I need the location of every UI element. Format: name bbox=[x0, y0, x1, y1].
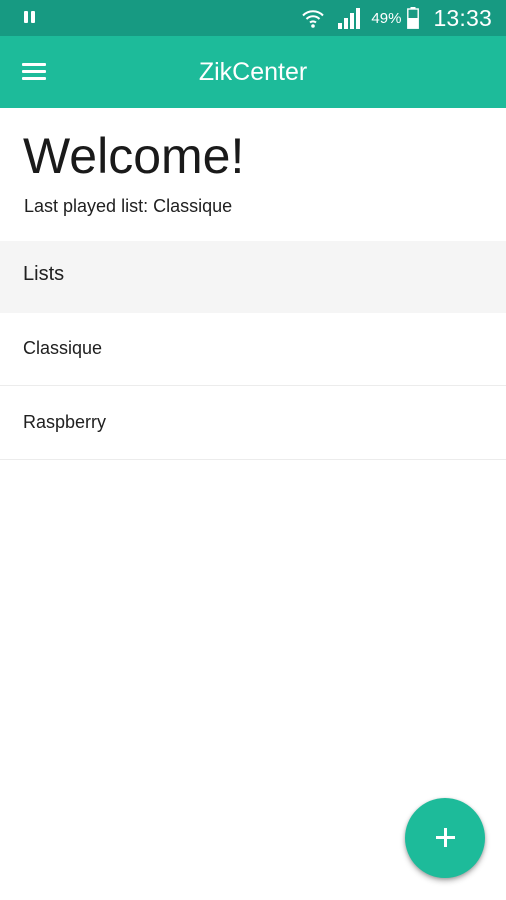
last-played-text: Last played list: Classique bbox=[24, 196, 233, 216]
add-list-button[interactable] bbox=[405, 798, 485, 878]
list-item-raspberry[interactable]: Raspberry bbox=[0, 387, 506, 460]
status-clock: 13:33 bbox=[433, 4, 492, 31]
app-screen: 49% 13:33 ZikCenter Welcome! Last played… bbox=[0, 0, 506, 900]
plus-icon-vertical bbox=[444, 828, 447, 847]
status-bar: 49% 13:33 bbox=[0, 0, 506, 36]
signal-icon bbox=[338, 8, 361, 29]
battery-percentage: 49% bbox=[371, 9, 402, 27]
list-item-label: Classique bbox=[23, 338, 103, 358]
battery-icon bbox=[407, 7, 420, 29]
lists-header-label: Lists bbox=[23, 263, 65, 285]
pause-icon bbox=[22, 11, 38, 25]
wifi-icon bbox=[302, 10, 325, 28]
lists-section-header: Lists bbox=[0, 241, 506, 313]
list-item-classique[interactable]: Classique bbox=[0, 313, 506, 386]
list-item-label: Raspberry bbox=[23, 412, 107, 432]
welcome-heading: Welcome! bbox=[23, 128, 245, 184]
app-bar: ZikCenter bbox=[0, 36, 506, 108]
status-indicators: 49% 13:33 bbox=[301, 0, 492, 36]
app-title: ZikCenter bbox=[198, 58, 308, 86]
